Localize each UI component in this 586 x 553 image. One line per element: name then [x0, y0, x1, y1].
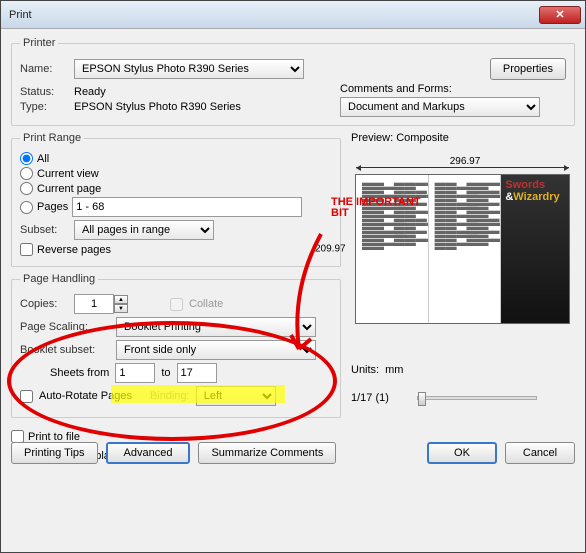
- reverse-label: Reverse pages: [37, 244, 111, 256]
- radio-current-page-label: Current page: [37, 183, 101, 195]
- scaling-select[interactable]: Booklet Printing: [116, 317, 316, 337]
- radio-pages[interactable]: [20, 201, 33, 214]
- page-handling-group: Page Handling Copies: ▲ ▼ Collate: [11, 273, 341, 418]
- copies-label: Copies:: [20, 298, 68, 310]
- printer-group: Printer Name: EPSON Stylus Photo R390 Se…: [11, 37, 575, 126]
- properties-button[interactable]: Properties: [490, 58, 566, 80]
- sheets-from-label: Sheets from: [50, 367, 109, 379]
- sheet-position: 1/17 (1): [351, 392, 411, 404]
- preview-width-dim: 296.97: [355, 156, 575, 167]
- reverse-checkbox[interactable]: [20, 243, 33, 256]
- collate-label: Collate: [189, 298, 223, 310]
- handling-legend: Page Handling: [20, 273, 98, 285]
- copies-input[interactable]: [74, 294, 114, 314]
- radio-all-label: All: [37, 153, 49, 165]
- titlebar: Print ✕: [1, 1, 585, 29]
- radio-all[interactable]: [20, 152, 33, 165]
- advanced-button[interactable]: Advanced: [106, 442, 191, 464]
- sheet-slider[interactable]: [417, 396, 537, 400]
- collate-checkbox: [170, 298, 183, 311]
- subset-select[interactable]: All pages in range: [74, 220, 214, 240]
- printer-name-select[interactable]: EPSON Stylus Photo R390 Series: [74, 59, 304, 79]
- comments-select[interactable]: Document and Markups: [340, 97, 540, 117]
- summarize-button[interactable]: Summarize Comments: [198, 442, 336, 464]
- name-label: Name:: [20, 63, 68, 75]
- autorotate-label: Auto-Rotate Pages: [39, 390, 132, 402]
- binding-label: Binding:: [150, 390, 190, 402]
- preview-legend: Preview: Composite: [351, 132, 575, 144]
- binding-select[interactable]: Left: [196, 386, 276, 406]
- subset-label: Subset:: [20, 224, 68, 236]
- close-icon: ✕: [555, 8, 564, 21]
- type-label: Type:: [20, 101, 68, 113]
- pages-input[interactable]: [72, 197, 302, 217]
- print-to-file-label: Print to file: [28, 431, 80, 443]
- booklet-select[interactable]: Front side only: [116, 340, 316, 360]
- autorotate-checkbox[interactable]: [20, 390, 33, 403]
- print-range-group: Print Range All Current view Current pag…: [11, 132, 341, 267]
- ok-button[interactable]: OK: [427, 442, 497, 464]
- radio-pages-label: Pages: [37, 201, 68, 213]
- sheets-from-input[interactable]: [115, 363, 155, 383]
- close-button[interactable]: ✕: [539, 6, 581, 24]
- radio-current-view-label: Current view: [37, 168, 99, 180]
- printing-tips-button[interactable]: Printing Tips: [11, 442, 98, 464]
- units-label: Units:: [351, 364, 379, 376]
- printer-legend: Printer: [20, 37, 58, 49]
- copies-up-button[interactable]: ▲: [114, 295, 128, 304]
- sheets-to-input[interactable]: [177, 363, 217, 383]
- units-value: mm: [385, 364, 403, 376]
- status-value: Ready: [74, 86, 106, 98]
- print-dialog: Print ✕ Printer Name: EPSON Stylus Photo…: [0, 0, 586, 553]
- radio-current-view[interactable]: [20, 167, 33, 180]
- cancel-button[interactable]: Cancel: [505, 442, 575, 464]
- cover-word-1: Swords: [505, 179, 545, 191]
- range-legend: Print Range: [20, 132, 84, 144]
- booklet-label: Booklet subset:: [20, 344, 110, 356]
- window-title: Print: [9, 9, 539, 21]
- radio-current-page[interactable]: [20, 182, 33, 195]
- preview-height-dim: 209.97: [315, 244, 346, 255]
- copies-down-button[interactable]: ▼: [114, 304, 128, 313]
- comments-label: Comments and Forms:: [340, 83, 566, 95]
- preview-canvas: ▬▬ ▬▬▬ ▬▬ ▬▬▬▬ ▬▬ ▬▬▬ ▬▬▬▬ ▬▬ ▬▬▬ ▬▬ ▬▬▬…: [355, 174, 570, 324]
- scaling-label: Page Scaling:: [20, 321, 110, 333]
- sheets-to-label: to: [161, 367, 170, 379]
- status-label: Status:: [20, 86, 68, 98]
- type-value: EPSON Stylus Photo R390 Series: [74, 101, 241, 113]
- cover-word-2: Wizardry: [513, 191, 559, 203]
